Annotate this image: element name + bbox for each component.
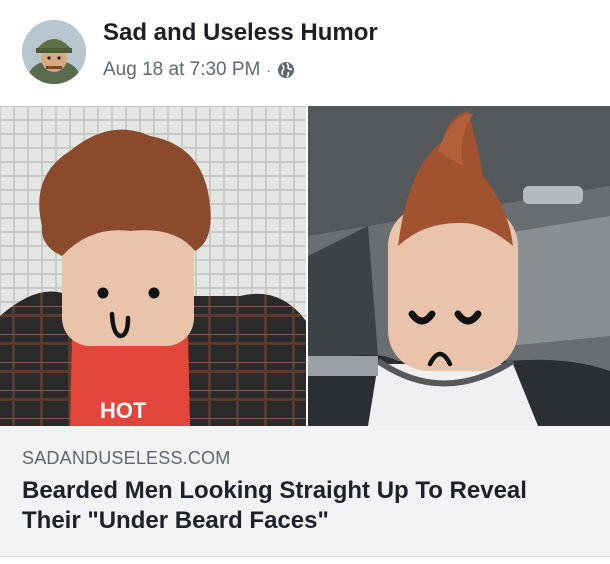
avatar-image: [22, 20, 86, 84]
shirt-text: HOT: [100, 398, 147, 423]
post-media[interactable]: HOT: [0, 106, 610, 426]
right-photo-image: [308, 106, 610, 426]
facebook-post: Sad and Useless Humor Aug 18 at 7:30 PM …: [0, 0, 610, 564]
post-timestamp[interactable]: Aug 18 at 7:30 PM: [103, 59, 260, 81]
meta-separator: ·: [266, 62, 272, 78]
left-photo-image: HOT: [0, 106, 306, 426]
post-meta: Aug 18 at 7:30 PM ·: [103, 59, 295, 81]
page-avatar[interactable]: [22, 20, 86, 84]
globe-icon[interactable]: [277, 61, 295, 79]
link-title[interactable]: Bearded Men Looking Straight Up To Revea…: [22, 476, 592, 536]
link-domain: SADANDUSELESS.COM: [22, 448, 231, 468]
photo-right[interactable]: i: [308, 106, 610, 426]
page-name-link[interactable]: Sad and Useless Humor: [103, 19, 378, 47]
photo-left[interactable]: HOT: [0, 106, 306, 426]
link-preview[interactable]: SADANDUSELESS.COM Bearded Men Looking St…: [0, 426, 610, 557]
post-header: Sad and Useless Humor Aug 18 at 7:30 PM …: [0, 0, 610, 106]
